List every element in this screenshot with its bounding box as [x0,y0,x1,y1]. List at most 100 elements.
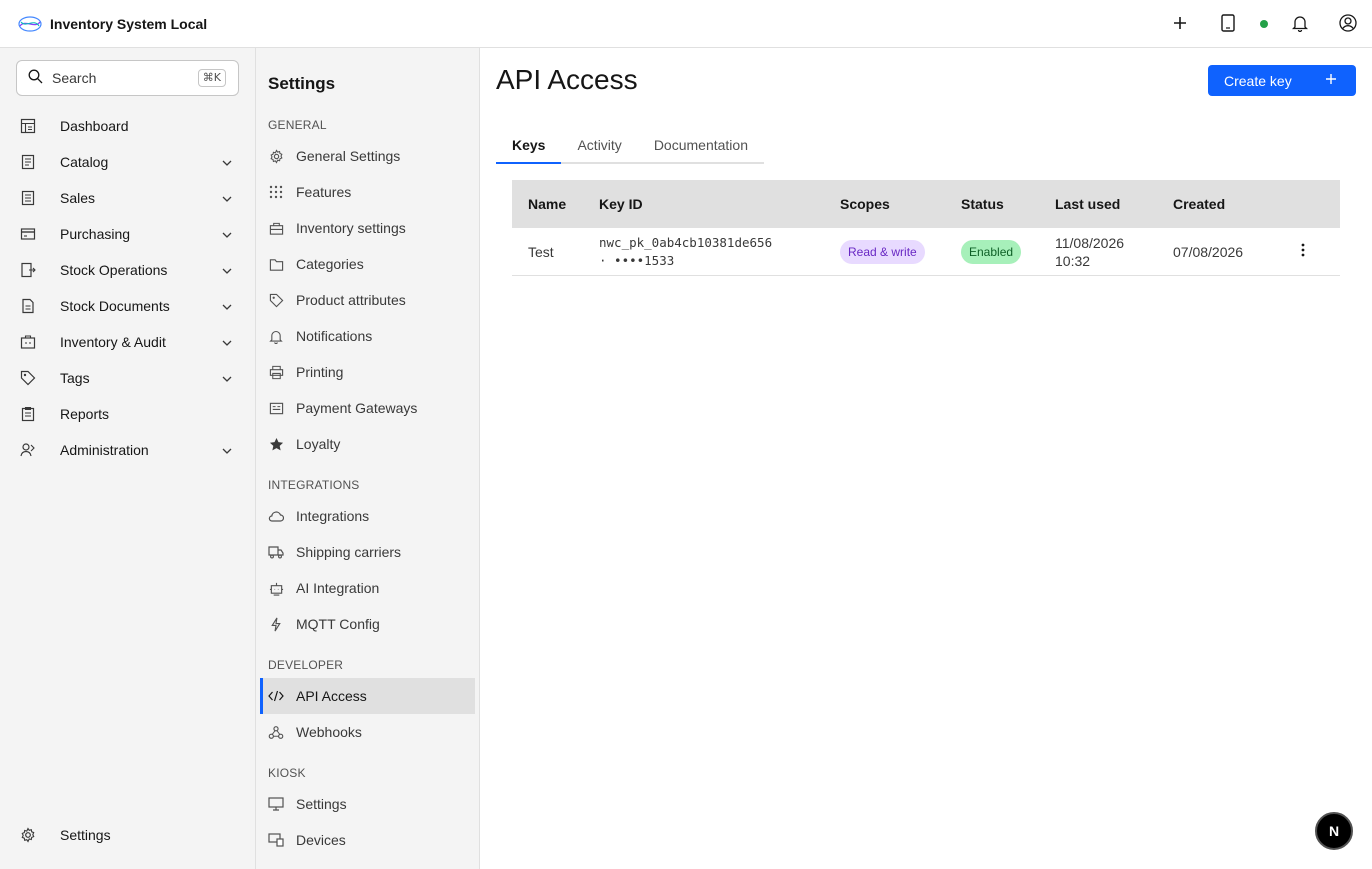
subnav-item-webhooks[interactable]: Webhooks [260,714,475,750]
tab-list: Keys Activity Documentation [496,128,764,164]
subnav-item-api-access[interactable]: API Access [260,678,475,714]
nav-item-label: Administration [60,442,149,458]
subnav-item-label: Categories [296,256,364,272]
nav-item-label: Dashboard [60,118,129,134]
subnav-item-product-attributes[interactable]: Product attributes [260,282,475,318]
top-header: Inventory System Local [0,0,1372,48]
key-id-suffix: · ••••1533 [599,252,675,268]
subnav-item-categories[interactable]: Categories [260,246,475,282]
nav-item-administration[interactable]: Administration [0,432,255,468]
subnav-item-label: Product attributes [296,292,406,308]
subnav-item-label: Inventory settings [296,220,406,236]
printer-icon [268,364,284,380]
subnav-item-label: Settings [296,796,347,812]
nav-item-sales[interactable]: Sales [0,180,255,216]
settings-subnav: Settings GENERAL General Settings Featur… [256,48,480,869]
nav-item-dashboard[interactable]: Dashboard [0,108,255,144]
add-button[interactable] [1156,0,1204,48]
nav-item-catalog[interactable]: Catalog [0,144,255,180]
user-menu-button[interactable] [1324,0,1372,48]
nav-item-reports[interactable]: Reports [0,396,255,432]
search-shortcut: ⌘K [197,69,226,87]
floating-n-button[interactable]: N [1315,812,1353,850]
subnav-item-devices[interactable]: Devices [260,822,475,858]
chevron-down-icon [221,336,233,352]
column-header-status[interactable]: Status [961,196,1055,212]
bell-icon [1291,14,1309,35]
webhook-icon [268,724,284,740]
cell-key-id: nwc_pk_0ab4cb10381de656 · ••••1533 [599,234,840,270]
create-key-button[interactable]: Create key [1208,65,1356,96]
overflow-menu-vertical-icon [1301,243,1305,260]
last-used-date: 11/08/2026 [1055,234,1125,251]
side-navigation: Search ⌘K Dashboard Catalog Sales Purcha… [0,48,256,869]
subnav-item-label: API Access [296,688,367,704]
nav-item-settings[interactable]: Settings [0,817,255,853]
column-header-scopes[interactable]: Scopes [840,196,961,212]
audit-icon [20,334,36,350]
brand[interactable]: Inventory System Local [0,14,207,34]
nav-item-purchasing[interactable]: Purchasing [0,216,255,252]
nav-item-stock-operations[interactable]: Stock Operations [0,252,255,288]
section-heading-general: GENERAL [268,118,327,132]
subnav-item-printing[interactable]: Printing [260,354,475,390]
notifications-button[interactable] [1276,0,1324,48]
subnav-item-label: Integrations [296,508,370,524]
subnav-item-payment-gateways[interactable]: Payment Gateways [260,390,475,426]
device-button[interactable] [1204,0,1252,48]
nav-item-label: Sales [60,190,96,206]
subnav-item-general-settings[interactable]: General Settings [260,138,475,174]
subnav-item-mqtt-config[interactable]: MQTT Config [260,606,475,642]
subnav-item-kiosk-settings[interactable]: Settings [260,786,475,822]
chevron-down-icon [221,156,233,172]
sales-icon [20,190,36,206]
dashboard-icon [20,118,36,134]
section-heading-kiosk: KIOSK [268,766,306,780]
tab-activity[interactable]: Activity [561,128,638,164]
chevron-down-icon [221,192,233,208]
report-icon [20,406,36,422]
subnav-item-label: Payment Gateways [296,400,418,416]
column-header-name[interactable]: Name [512,196,599,212]
nav-item-label: Stock Documents [60,298,170,314]
column-header-created[interactable]: Created [1173,196,1283,212]
document-icon [20,298,36,314]
key-id-prefix: nwc_pk_0ab4cb10381de656 [599,234,773,250]
nav-item-tags[interactable]: Tags [0,360,255,396]
search-box[interactable]: Search ⌘K [16,60,239,96]
lightning-icon [268,616,284,632]
cell-name: Test [528,243,554,260]
column-header-last-used[interactable]: Last used [1055,196,1173,212]
column-header-key-id[interactable]: Key ID [599,196,840,212]
subnav-item-integrations[interactable]: Integrations [260,498,475,534]
subnav-item-loyalty[interactable]: Loyalty [260,426,475,462]
subnav-item-shipping-carriers[interactable]: Shipping carriers [260,534,475,570]
nav-item-label: Inventory & Audit [60,334,166,350]
plus-icon [1173,16,1187,33]
tablet-icon [1221,13,1235,35]
nav-item-label: Stock Operations [60,262,168,278]
cloud-icon [268,508,284,524]
subnav-item-ai-integration[interactable]: AI Integration [260,570,475,606]
subnav-item-label: Shipping carriers [296,544,402,560]
connection-status [1252,0,1276,48]
subnav-item-notifications[interactable]: Notifications [260,318,475,354]
tag-icon [20,370,36,386]
tab-documentation[interactable]: Documentation [637,128,764,164]
subnav-item-features[interactable]: Features [260,174,475,210]
table-row[interactable]: Test nwc_pk_0ab4cb10381de656 · ••••1533 … [512,228,1340,276]
nav-item-stock-documents[interactable]: Stock Documents [0,288,255,324]
monitor-icon [268,796,284,812]
plus-icon [1324,72,1338,89]
user-admin-icon [20,442,36,458]
page-title: API Access [496,64,638,95]
nav-item-label: Tags [60,370,90,386]
subnav-item-label: Webhooks [296,724,362,740]
row-overflow-menu-button[interactable] [1283,243,1323,260]
search-icon [28,69,43,87]
brand-logo-icon [17,14,43,34]
tab-keys[interactable]: Keys [496,128,562,164]
nav-item-inventory-audit[interactable]: Inventory & Audit [0,324,255,360]
subnav-item-inventory-settings[interactable]: Inventory settings [260,210,475,246]
credit-card-icon [20,226,36,242]
